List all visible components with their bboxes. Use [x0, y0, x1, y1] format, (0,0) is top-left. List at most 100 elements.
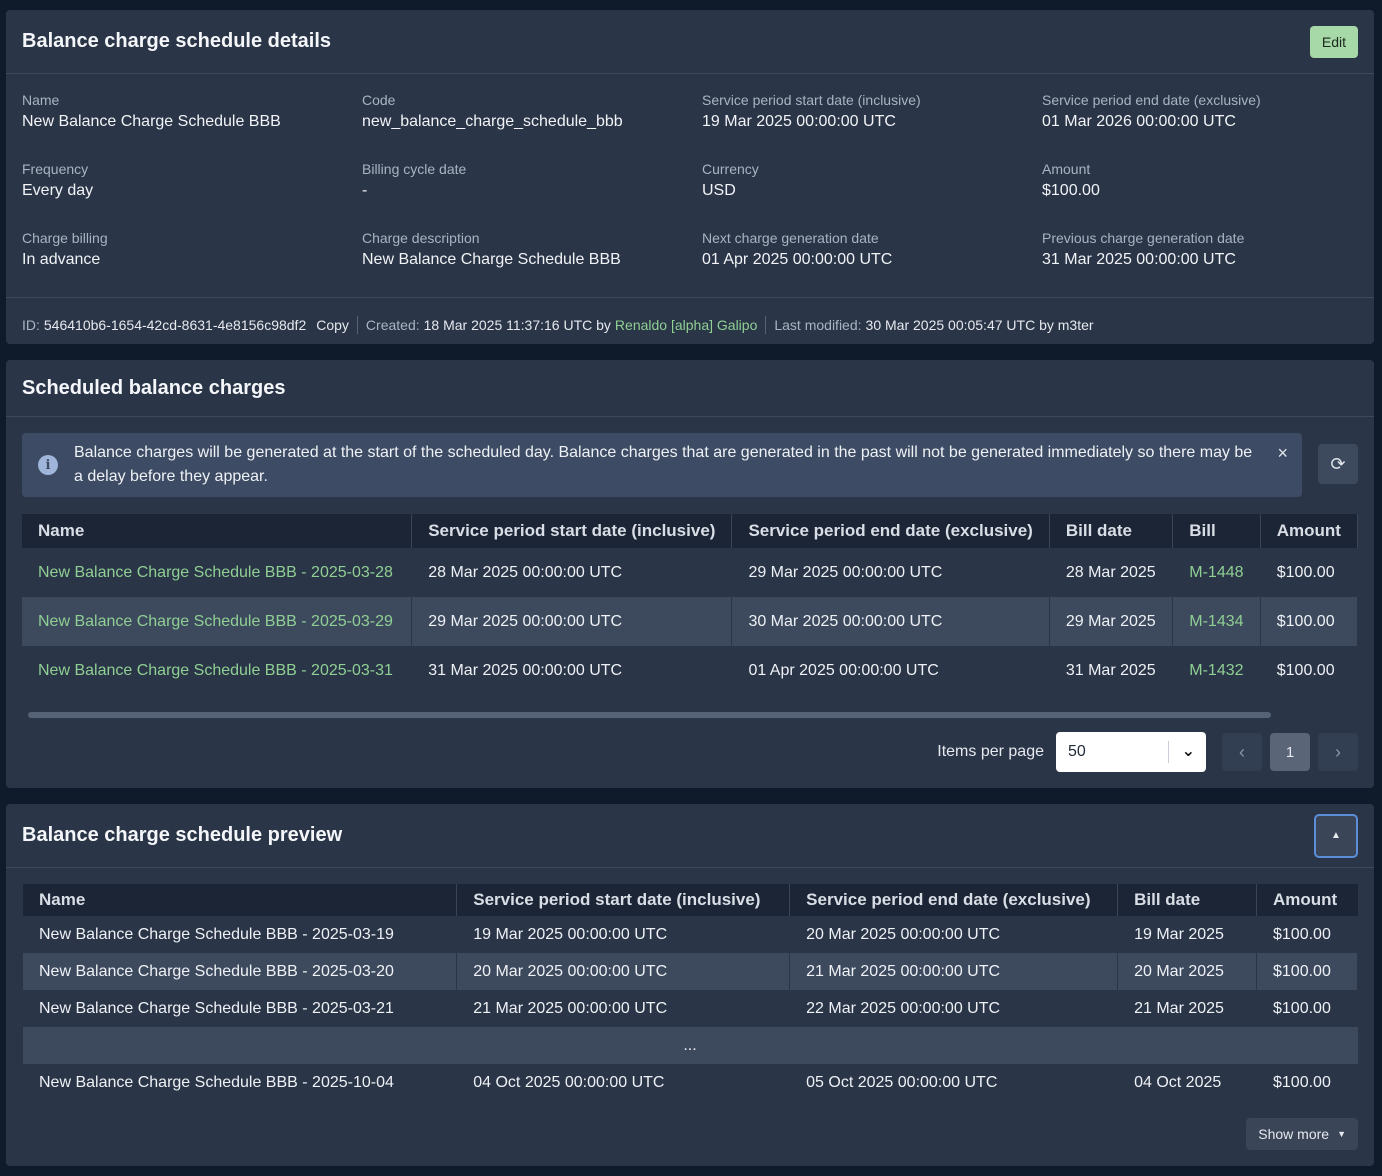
- bill-link[interactable]: M-1434: [1172, 597, 1261, 646]
- next-page-button[interactable]: ›: [1318, 733, 1358, 771]
- field-value: USD: [702, 182, 736, 199]
- charge-name-link[interactable]: New Balance Charge Schedule BBB - 2025-0…: [22, 548, 412, 597]
- preview-table-wrap: Name Service period start date (inclusiv…: [23, 884, 1358, 1101]
- cell: New Balance Charge Schedule BBB - 2025-0…: [39, 925, 394, 943]
- field-service-start: Service period start date (inclusive) 19 …: [702, 92, 1042, 161]
- cell: 05 Oct 2025 00:00:00 UTC: [806, 1073, 998, 1091]
- col-amount[interactable]: Amount: [1260, 514, 1358, 548]
- cell: 20 Mar 2025 00:00:00 UTC: [456, 953, 791, 990]
- show-more-button[interactable]: Show more ▼: [1246, 1118, 1358, 1150]
- table-row: New Balance Charge Schedule BBB - 2025-0…: [23, 990, 1358, 1027]
- details-panel: Balance charge schedule details Edit Nam…: [6, 10, 1374, 344]
- cell: 29 Mar 2025: [1049, 597, 1174, 646]
- table-row: New Balance Charge Schedule BBB - 2025-1…: [23, 1064, 1358, 1101]
- cell: $100.00: [1276, 563, 1335, 581]
- cell: $100.00: [1276, 661, 1335, 679]
- field-previous-generation: Previous charge generation date 31 Mar 20…: [1042, 230, 1358, 299]
- col-bill[interactable]: Bill: [1172, 514, 1261, 548]
- field-name: Name New Balance Charge Schedule BBB: [22, 92, 362, 161]
- id-value: 546410b6-1654-42cd-8631-4e8156c98df2: [43, 316, 307, 333]
- cell: 20 Mar 2025: [1117, 953, 1257, 990]
- field-label: Billing cycle date: [362, 161, 467, 177]
- field-charge-billing: Charge billing In advance: [22, 230, 362, 299]
- col-end[interactable]: Service period end date (exclusive): [731, 514, 1050, 548]
- cell: 31 Mar 2025: [1065, 661, 1156, 679]
- collapse-button[interactable]: ▲: [1314, 813, 1358, 858]
- show-more-label: Show more: [1258, 1126, 1330, 1142]
- preview-panel: Balance charge schedule preview ▲ Name S…: [6, 804, 1374, 1166]
- field-label: Previous charge generation date: [1042, 230, 1245, 246]
- field-label: Service period end date (exclusive): [1042, 92, 1261, 108]
- items-per-page-select[interactable]: 50 ⌄: [1056, 732, 1206, 772]
- cell: 30 Mar 2025 00:00:00 UTC: [731, 597, 1050, 646]
- bill-link[interactable]: M-1432: [1173, 646, 1260, 695]
- copy-button[interactable]: Copy: [316, 317, 349, 333]
- details-title: Balance charge schedule details: [22, 30, 332, 52]
- field-label: Charge description: [362, 230, 480, 246]
- items-per-page-value: 50: [1068, 743, 1086, 760]
- cell: New Balance Charge Schedule BBB - 2025-0…: [39, 999, 394, 1017]
- table-row: New Balance Charge Schedule BBB - 2025-0…: [22, 597, 1358, 646]
- field-label: Frequency: [22, 161, 89, 177]
- divider: [356, 315, 358, 334]
- cell: 04 Oct 2025 00:00:00 UTC: [473, 1073, 665, 1091]
- field-label: Amount: [1042, 161, 1091, 177]
- col-start: Service period start date (inclusive): [456, 884, 791, 916]
- modified-value: 30 Mar 2025 00:05:47 UTC by m3ter: [865, 316, 1094, 333]
- charges-table: Name Service period start date (inclusiv…: [22, 514, 1358, 695]
- field-next-generation: Next charge generation date 01 Apr 2025 0…: [702, 230, 1042, 299]
- table-row: New Balance Charge Schedule BBB - 2025-0…: [23, 953, 1358, 990]
- charge-name-link[interactable]: New Balance Charge Schedule BBB - 2025-0…: [22, 646, 412, 695]
- charges-table-wrap: Name Service period start date (inclusiv…: [22, 514, 1358, 695]
- page-button-1[interactable]: 1: [1270, 733, 1310, 771]
- field-value: 01 Mar 2026 00:00:00 UTC: [1042, 113, 1236, 130]
- field-label: Code: [362, 92, 396, 108]
- col-end: Service period end date (exclusive): [789, 884, 1119, 916]
- cell: 31 Mar 2025 00:00:00 UTC: [428, 661, 623, 679]
- cell: 21 Mar 2025: [1134, 999, 1224, 1017]
- field-code: Code new_balance_charge_schedule_bbb: [362, 92, 702, 161]
- col-amount: Amount: [1256, 884, 1358, 916]
- col-bill-date: Bill date: [1117, 884, 1257, 916]
- col-bill-date[interactable]: Bill date: [1049, 514, 1174, 548]
- col-start[interactable]: Service period start date (inclusive): [411, 514, 733, 548]
- field-label: Service period start date (inclusive): [702, 92, 921, 108]
- cell: 19 Mar 2025 00:00:00 UTC: [473, 925, 668, 943]
- charge-name-link[interactable]: New Balance Charge Schedule BBB - 2025-0…: [22, 597, 413, 646]
- created-label: Created:: [365, 316, 420, 333]
- details-grid: Name New Balance Charge Schedule BBB Code…: [6, 74, 1374, 299]
- field-value: 01 Apr 2025 00:00:00 UTC: [702, 251, 893, 268]
- field-billing-cycle-date: Billing cycle date -: [362, 161, 702, 230]
- table-row: New Balance Charge Schedule BBB - 2025-0…: [22, 646, 1358, 695]
- cell: 20 Mar 2025 00:00:00 UTC: [806, 925, 1001, 943]
- ellipsis-row: ...: [23, 1027, 1358, 1064]
- field-label: Next charge generation date: [702, 230, 879, 246]
- prev-page-button[interactable]: ‹: [1222, 733, 1262, 771]
- refresh-button[interactable]: ⟳: [1318, 444, 1358, 484]
- preview-table: Name Service period start date (inclusiv…: [23, 884, 1358, 1101]
- field-label: Charge billing: [22, 230, 108, 246]
- col-name: Name: [23, 884, 458, 916]
- field-value: New Balance Charge Schedule BBB: [22, 113, 281, 130]
- created-by-link[interactable]: Renaldo [alpha] Galipo: [615, 317, 757, 333]
- refresh-icon: ⟳: [1330, 453, 1346, 474]
- created-value: 18 Mar 2025 11:37:16 UTC by: [423, 316, 611, 333]
- divider: [1168, 741, 1169, 763]
- chevron-up-icon: ▲: [1331, 830, 1341, 841]
- field-value: -: [362, 182, 368, 199]
- cell: 22 Mar 2025 00:00:00 UTC: [806, 999, 1001, 1017]
- pagination: Items per page 50 ⌄ ‹ 1 ›: [6, 718, 1374, 772]
- preview-header: Balance charge schedule preview ▲: [6, 804, 1374, 868]
- cell: 29 Mar 2025 00:00:00 UTC: [748, 563, 943, 581]
- cell: 28 Mar 2025 00:00:00 UTC: [428, 563, 623, 581]
- ellipsis-cell: ...: [23, 1027, 1358, 1064]
- cell: 21 Mar 2025 00:00:00 UTC: [473, 999, 668, 1017]
- close-icon[interactable]: ×: [1277, 443, 1288, 464]
- col-name[interactable]: Name: [22, 514, 413, 548]
- banner-row: i Balance charges will be generated at t…: [6, 417, 1374, 497]
- chevron-right-icon: ›: [1335, 741, 1341, 762]
- field-value: $100.00: [1042, 182, 1100, 199]
- edit-button[interactable]: Edit: [1309, 25, 1358, 58]
- bill-link[interactable]: M-1448: [1173, 548, 1260, 597]
- field-frequency: Frequency Every day: [22, 161, 362, 230]
